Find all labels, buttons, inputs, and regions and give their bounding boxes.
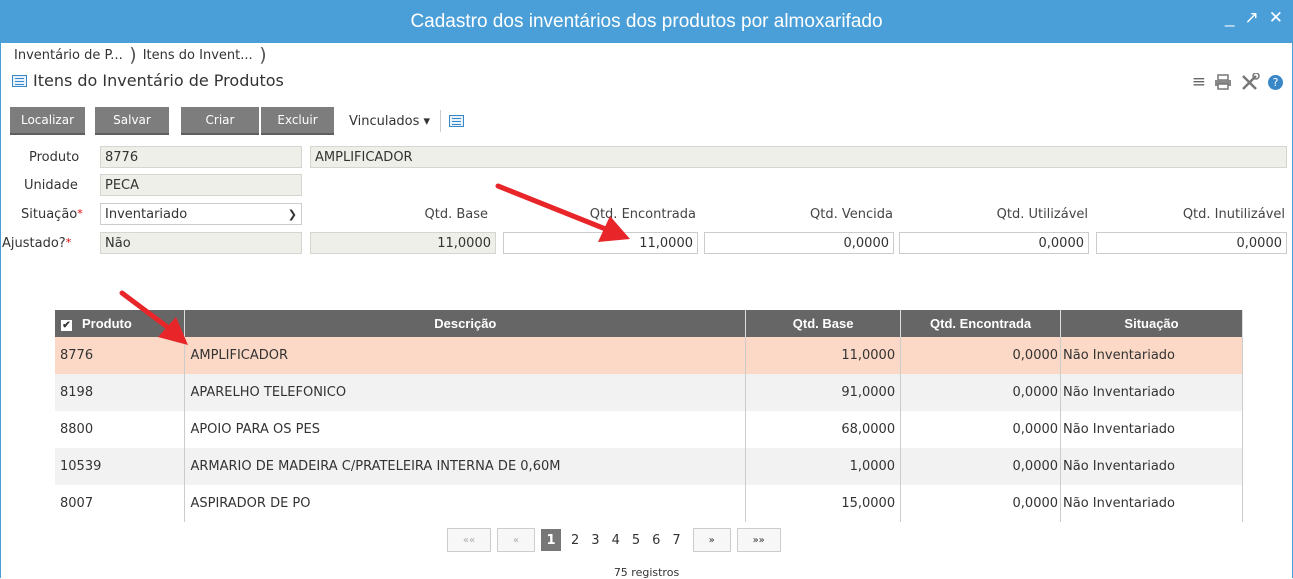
- cell-situacao: Não Inventariado: [1060, 337, 1243, 374]
- table-row[interactable]: 10539 ARMARIO DE MADEIRA C/PRATELEIRA IN…: [55, 448, 1243, 485]
- toolbar-separator: [440, 110, 442, 132]
- list-icon: [12, 74, 27, 87]
- produto-label: Produto: [29, 150, 80, 165]
- cell-produto: 10539: [55, 448, 186, 485]
- produto-code-field[interactable]: 8776: [100, 146, 302, 168]
- cell-qtd-encontrada: 0,0000: [900, 337, 1062, 374]
- table-row[interactable]: 8800 APOIO PARA OS PES 68,0000 0,0000 Nã…: [55, 411, 1243, 448]
- cell-qtd-base: 15,0000: [745, 485, 902, 522]
- minimize-icon[interactable]: _: [1225, 8, 1234, 28]
- window-controls: _ ↗ ✕: [1225, 8, 1283, 28]
- breadcrumb-inventario[interactable]: Inventário de P...: [8, 44, 136, 66]
- ajustado-label: Ajustado?*: [2, 236, 72, 251]
- pagination: «« « 1 2 3 4 5 6 7 » »»: [447, 528, 787, 552]
- cell-qtd-encontrada: 0,0000: [900, 448, 1062, 485]
- page-4[interactable]: 4: [606, 533, 626, 548]
- breadcrumb-itens[interactable]: Itens do Invent...: [137, 44, 267, 66]
- cell-qtd-encontrada: 0,0000: [900, 374, 1062, 411]
- cell-produto: 8007: [55, 485, 186, 522]
- cell-situacao: Não Inventariado: [1060, 411, 1243, 448]
- qtd-base-label: Qtd. Base: [424, 207, 488, 222]
- cell-situacao: Não Inventariado: [1060, 374, 1243, 411]
- form-title-text: Itens do Inventário de Produtos: [33, 71, 284, 90]
- window-title: Cadastro dos inventários dos produtos po…: [410, 10, 883, 32]
- page-1[interactable]: 1: [541, 529, 561, 551]
- cell-situacao: Não Inventariado: [1060, 485, 1243, 522]
- column-header-qtd-encontrada[interactable]: Qtd. Encontrada: [900, 310, 1062, 337]
- page-2[interactable]: 2: [565, 533, 585, 548]
- cell-descricao: APOIO PARA OS PES: [184, 411, 747, 448]
- vinculados-dropdown[interactable]: Vinculados ▾: [349, 114, 430, 129]
- qtd-inutilizavel-field[interactable]: 0,0000: [1096, 232, 1287, 254]
- tools-icon[interactable]: [1240, 73, 1260, 91]
- window-border-left: [0, 43, 1, 578]
- cell-descricao: ARMARIO DE MADEIRA C/PRATELEIRA INTERNA …: [184, 448, 747, 485]
- situacao-label: Situação*: [21, 207, 83, 222]
- page-7[interactable]: 7: [666, 533, 686, 548]
- excluir-button[interactable]: Excluir: [261, 107, 334, 135]
- toolbar: Localizar Salvar Criar Excluir Vinculado…: [10, 106, 465, 136]
- ajustado-field[interactable]: Não: [100, 232, 302, 254]
- salvar-button[interactable]: Salvar: [95, 107, 169, 135]
- cell-qtd-encontrada: 0,0000: [900, 485, 1062, 522]
- cell-qtd-encontrada: 0,0000: [900, 411, 1062, 448]
- cell-situacao: Não Inventariado: [1060, 448, 1243, 485]
- qtd-vencida-label: Qtd. Vencida: [810, 207, 893, 222]
- breadcrumb: Inventário de P... Itens do Invent...: [8, 44, 267, 66]
- page-3[interactable]: 3: [585, 533, 605, 548]
- qtd-inutilizavel-label: Qtd. Inutilizável: [1182, 207, 1285, 222]
- select-all-checkbox[interactable]: ✔: [61, 320, 72, 331]
- close-icon[interactable]: ✕: [1269, 8, 1283, 28]
- next-page-button[interactable]: »: [692, 528, 731, 552]
- column-header-situacao[interactable]: Situação: [1060, 310, 1243, 337]
- table-row[interactable]: 8007 ASPIRADOR DE PO 15,0000 0,0000 Não …: [55, 485, 1243, 522]
- qtd-utilizavel-field[interactable]: 0,0000: [899, 232, 1089, 254]
- last-page-button[interactable]: »»: [736, 528, 781, 552]
- unidade-field[interactable]: PECA: [100, 174, 302, 196]
- menu-icon[interactable]: ≡: [1192, 72, 1206, 92]
- cell-descricao: ASPIRADOR DE PO: [184, 485, 747, 522]
- cell-descricao: AMPLIFICADOR: [184, 337, 747, 374]
- first-page-button[interactable]: ««: [447, 528, 491, 552]
- help-icon[interactable]: ?: [1268, 74, 1283, 90]
- maximize-icon[interactable]: ↗: [1245, 8, 1259, 28]
- items-table: ✔ Produto Descrição Qtd. Base Qtd. Encont…: [55, 310, 1243, 522]
- form-title: Itens do Inventário de Produtos: [12, 71, 284, 90]
- prev-page-button[interactable]: «: [497, 528, 535, 552]
- localizar-button[interactable]: Localizar: [10, 107, 85, 135]
- table-header-row: ✔ Produto Descrição Qtd. Base Qtd. Encont…: [55, 310, 1243, 337]
- cell-qtd-base: 91,0000: [745, 374, 902, 411]
- page-6[interactable]: 6: [646, 533, 666, 548]
- situacao-select[interactable]: Inventariado ❯: [100, 203, 302, 225]
- chevron-down-icon: ❯: [287, 207, 297, 221]
- print-icon[interactable]: [1214, 74, 1232, 90]
- unidade-label: Unidade: [24, 178, 78, 193]
- window-titlebar: Cadastro dos inventários dos produtos po…: [0, 0, 1293, 43]
- cell-descricao: APARELHO TELEFONICO: [184, 374, 747, 411]
- qtd-utilizavel-label: Qtd. Utilizável: [996, 207, 1088, 222]
- cell-produto: 8198: [55, 374, 186, 411]
- qtd-vencida-field[interactable]: 0,0000: [704, 232, 894, 254]
- cell-qtd-base: 68,0000: [745, 411, 902, 448]
- record-count: 75 registros: [613, 566, 680, 579]
- table-row[interactable]: 8776 AMPLIFICADOR 11,0000 0,0000 Não Inv…: [55, 337, 1243, 374]
- cell-produto: 8800: [55, 411, 186, 448]
- cell-qtd-base: 1,0000: [745, 448, 902, 485]
- cell-qtd-base: 11,0000: [745, 337, 902, 374]
- annotation-arrow-row: [119, 290, 188, 345]
- column-header-descricao[interactable]: Descrição: [184, 310, 747, 337]
- annotation-arrow-field: [495, 183, 630, 242]
- produto-description-field[interactable]: AMPLIFICADOR: [310, 146, 1287, 168]
- page-5[interactable]: 5: [626, 533, 646, 548]
- column-header-qtd-base[interactable]: Qtd. Base: [745, 310, 902, 337]
- list-view-icon[interactable]: [449, 115, 465, 127]
- form-tools: ≡ ?: [1192, 72, 1283, 92]
- criar-button[interactable]: Criar: [181, 107, 259, 135]
- table-row[interactable]: 8198 APARELHO TELEFONICO 91,0000 0,0000 …: [55, 374, 1243, 411]
- qtd-base-field[interactable]: 11,0000: [310, 232, 496, 254]
- situacao-value: Inventariado: [105, 206, 188, 222]
